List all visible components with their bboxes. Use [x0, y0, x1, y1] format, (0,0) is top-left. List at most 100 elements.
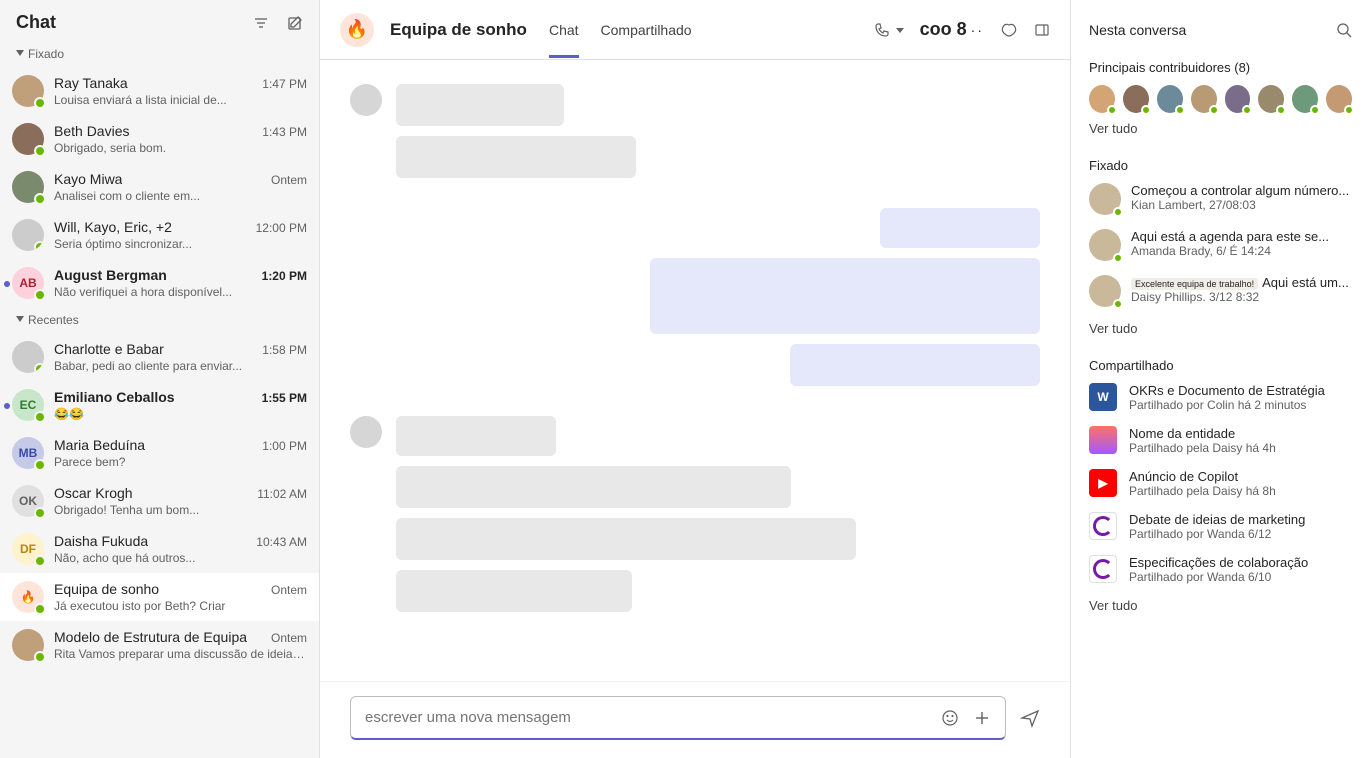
chat-list-item[interactable]: Kayo Miwa Ontem Analisei com o cliente e…: [0, 163, 319, 211]
avatar: 🔥: [12, 581, 44, 613]
shared-title: OKRs e Documento de Estratégia: [1129, 383, 1352, 398]
tab-chat[interactable]: Chat: [549, 2, 579, 58]
avatar: [1089, 275, 1121, 307]
shared-file[interactable]: W OKRs e Documento de Estratégia Partilh…: [1089, 383, 1352, 412]
avatar: [12, 75, 44, 107]
chat-time: 1:55 PM: [262, 391, 307, 405]
member-chip[interactable]: coo 8 ··: [920, 19, 984, 40]
search-icon[interactable]: [1336, 22, 1352, 38]
avatar: [12, 629, 44, 661]
chat-preview: Já executou isto por Beth? Criar: [54, 599, 307, 613]
emoji-icon[interactable]: [941, 709, 959, 727]
section-recent[interactable]: Recentes: [0, 307, 319, 333]
chat-list-item[interactable]: AB August Bergman 1:20 PM Não verifiquei…: [0, 259, 319, 307]
contributor-avatar[interactable]: [1258, 85, 1284, 113]
shared-file[interactable]: Debate de ideias de marketing Partilhado…: [1089, 512, 1352, 541]
messages-scroll[interactable]: [320, 60, 1070, 681]
avatar: [1089, 229, 1121, 261]
chat-time: 11:02 AM: [257, 487, 307, 501]
chat-time: 10:43 AM: [256, 535, 307, 549]
conversation-pane: 🔥 Equipa de sonho Chat Compartilhado coo…: [320, 0, 1070, 758]
compose-box[interactable]: [350, 696, 1006, 740]
pinned-message[interactable]: Excelente equipa de trabalho!Aqui está u…: [1089, 275, 1352, 307]
shared-file[interactable]: ▶ Anúncio de Copilot Partilhado pela Dai…: [1089, 469, 1352, 498]
avatar: [12, 171, 44, 203]
contributor-avatar[interactable]: [1157, 85, 1183, 113]
avatar: MB: [12, 437, 44, 469]
chat-list-item[interactable]: Charlotte e Babar 1:58 PM Babar, pedi ao…: [0, 333, 319, 381]
message-bubble[interactable]: [790, 344, 1040, 386]
filter-icon[interactable]: [253, 15, 269, 31]
avatar: EC: [12, 389, 44, 421]
new-chat-icon[interactable]: [287, 15, 303, 31]
chat-time: 1:20 PM: [262, 269, 307, 283]
chat-time: 1:00 PM: [262, 439, 307, 453]
chat-list-item[interactable]: 🔥 Equipa de sonho Ontem Já executou isto…: [0, 573, 319, 621]
shared-title: Anúncio de Copilot: [1129, 469, 1352, 484]
sender-avatar: [350, 416, 382, 448]
message-bubble[interactable]: [396, 466, 791, 508]
chat-sidebar: Chat Fixado Ray Tanaka 1:47 PM Louisa en…: [0, 0, 320, 758]
chat-list-item[interactable]: Ray Tanaka 1:47 PM Louisa enviará a list…: [0, 67, 319, 115]
chat-list-item[interactable]: MB Maria Beduína 1:00 PM Parece bem?: [0, 429, 319, 477]
contributor-avatar[interactable]: [1089, 85, 1115, 113]
contributor-avatar[interactable]: [1292, 85, 1318, 113]
call-chevron-icon[interactable]: [896, 26, 904, 34]
pinned-message[interactable]: Aqui está a agenda para este se... Amand…: [1089, 229, 1352, 261]
add-attachment-icon[interactable]: [973, 709, 991, 727]
shared-file[interactable]: Especificações de colaboração Partilhado…: [1089, 555, 1352, 584]
chat-preview: Seria óptimo sincronizar...: [54, 237, 307, 251]
chat-preview: Analisei com o cliente em...: [54, 189, 307, 203]
see-all-contributors[interactable]: Ver tudo: [1089, 121, 1352, 136]
chat-time: Ontem: [271, 173, 307, 187]
message-input[interactable]: [365, 709, 931, 726]
message-group-self: [350, 208, 1040, 386]
contributor-avatar[interactable]: [1326, 85, 1352, 113]
copilot-icon[interactable]: [1000, 21, 1018, 39]
open-pane-icon[interactable]: [1034, 22, 1050, 38]
contributor-avatar[interactable]: [1225, 85, 1251, 113]
pinned-sub: Kian Lambert, 27/08:03: [1131, 198, 1352, 212]
chat-preview: Parece bem?: [54, 455, 307, 469]
section-pinned[interactable]: Fixado: [0, 41, 319, 67]
contributor-avatar[interactable]: [1123, 85, 1149, 113]
chat-time: Ontem: [271, 583, 307, 597]
chat-list-item[interactable]: OK Oscar Krogh 11:02 AM Obrigado! Tenha …: [0, 477, 319, 525]
message-bubble[interactable]: [396, 518, 856, 560]
message-bubble[interactable]: [880, 208, 1040, 248]
message-bubble[interactable]: [396, 136, 636, 178]
chat-name: Ray Tanaka: [54, 75, 128, 91]
shared-sub: Partilhado pela Daisy há 4h: [1129, 441, 1352, 455]
call-icon[interactable]: [874, 22, 890, 38]
contributor-avatar[interactable]: [1191, 85, 1217, 113]
chat-list-item[interactable]: Modelo de Estrutura de Equipa Ontem Rita…: [0, 621, 319, 669]
chat-list-item[interactable]: EC Emiliano Ceballos 1:55 PM 😂😂: [0, 381, 319, 429]
details-panel: Nesta conversa Principais contribuidores…: [1070, 0, 1370, 758]
send-icon[interactable]: [1020, 708, 1040, 728]
sidebar-title: Chat: [16, 12, 56, 33]
pinned-message[interactable]: Começou a controlar algum número... Kian…: [1089, 183, 1352, 215]
shared-title: Nome da entidade: [1129, 426, 1352, 441]
sender-avatar: [350, 84, 382, 116]
tab-shared[interactable]: Compartilhado: [601, 2, 692, 58]
see-all-pinned[interactable]: Ver tudo: [1089, 321, 1352, 336]
chat-name: Will, Kayo, Eric, +2: [54, 219, 172, 235]
chat-list-item[interactable]: Will, Kayo, Eric, +2 12:00 PM Seria ópti…: [0, 211, 319, 259]
message-bubble[interactable]: [650, 258, 1040, 334]
chat-name: Daisha Fukuda: [54, 533, 148, 549]
chat-list-item[interactable]: DF Daisha Fukuda 10:43 AM Não, acho que …: [0, 525, 319, 573]
message-bubble[interactable]: [396, 84, 564, 126]
shared-sub: Partilhado por Wanda 6/12: [1129, 527, 1352, 541]
message-bubble[interactable]: [396, 570, 632, 612]
chat-list-item[interactable]: Beth Davies 1:43 PM Obrigado, seria bom.: [0, 115, 319, 163]
message-bubble[interactable]: [396, 416, 556, 456]
chat-time: 1:43 PM: [262, 125, 307, 139]
avatar: [1089, 183, 1121, 215]
chat-preview: Babar, pedi ao cliente para enviar...: [54, 359, 307, 373]
see-all-shared[interactable]: Ver tudo: [1089, 598, 1352, 613]
shared-title: Especificações de colaboração: [1129, 555, 1352, 570]
chat-preview: Obrigado, seria bom.: [54, 141, 307, 155]
sidebar-header: Chat: [0, 0, 319, 41]
shared-file[interactable]: Nome da entidade Partilhado pela Daisy h…: [1089, 426, 1352, 455]
panel-title: Nesta conversa: [1089, 22, 1186, 38]
